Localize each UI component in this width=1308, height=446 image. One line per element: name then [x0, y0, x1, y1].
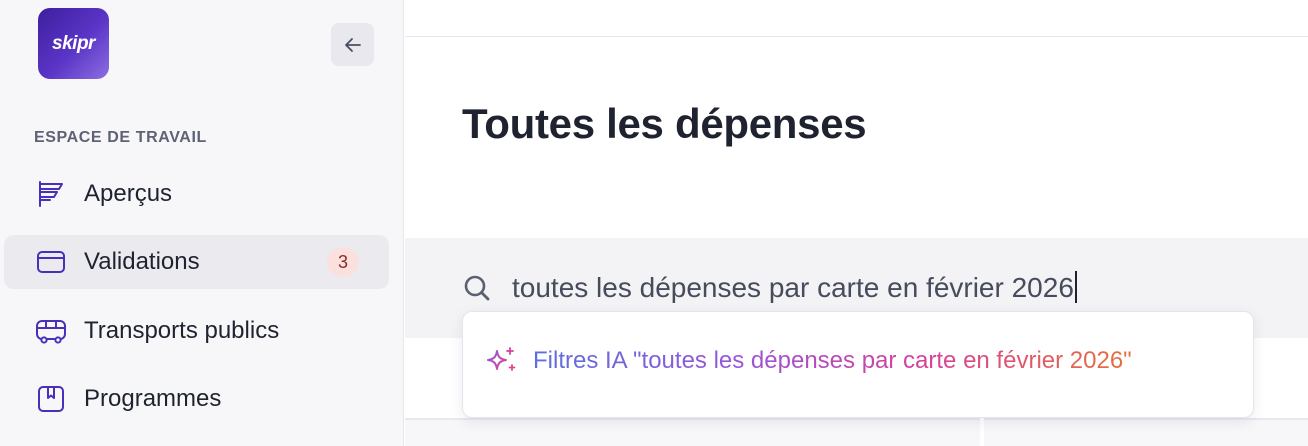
skipr-logo[interactable]: skipr — [38, 8, 109, 79]
page-title: Toutes les dépenses — [462, 100, 867, 147]
overview-icon — [35, 178, 67, 210]
sidebar-item-label: Transports publics — [84, 317, 280, 344]
search-input-value: toutes les dépenses par carte en février… — [512, 272, 1074, 303]
sidebar-item-validations[interactable]: Validations 3 — [4, 235, 389, 289]
sidebar-item-transports-publics[interactable]: Transports publics — [4, 304, 389, 358]
ai-filter-label: Filtres IA "toutes les dépenses par cart… — [533, 347, 1132, 374]
content-panel — [984, 418, 1308, 446]
search-icon — [464, 275, 490, 301]
ai-filter-suggestion[interactable]: Filtres IA "toutes les dépenses par cart… — [485, 346, 1132, 376]
bus-icon — [35, 315, 67, 347]
bookmark-book-icon — [35, 383, 67, 415]
logo-text: skipr — [52, 32, 95, 54]
sidebar-item-label: Programmes — [84, 385, 222, 412]
collapse-sidebar-button[interactable] — [331, 23, 374, 66]
search-suggestions-dropdown: Filtres IA "toutes les dépenses par cart… — [462, 311, 1254, 418]
sidebar-item-label: Validations — [84, 248, 200, 275]
arrow-left-icon — [344, 37, 361, 52]
count-badge: 3 — [327, 247, 359, 277]
text-caret — [1074, 271, 1077, 303]
top-bar — [405, 0, 1308, 37]
sidebar-item-label: Aperçus — [84, 180, 173, 207]
sidebar: skipr ESPACE DE TRAVAIL Aperçus Validati… — [0, 0, 404, 446]
content-panel — [405, 418, 980, 446]
sidebar-item-apercus[interactable]: Aperçus — [4, 167, 389, 221]
sidebar-item-programmes[interactable]: Programmes — [4, 372, 389, 426]
search-input[interactable]: toutes les dépenses par carte en février… — [512, 271, 1077, 304]
sparkles-icon — [487, 347, 516, 371]
section-label: ESPACE DE TRAVAIL — [34, 129, 207, 146]
card-icon — [35, 246, 67, 278]
